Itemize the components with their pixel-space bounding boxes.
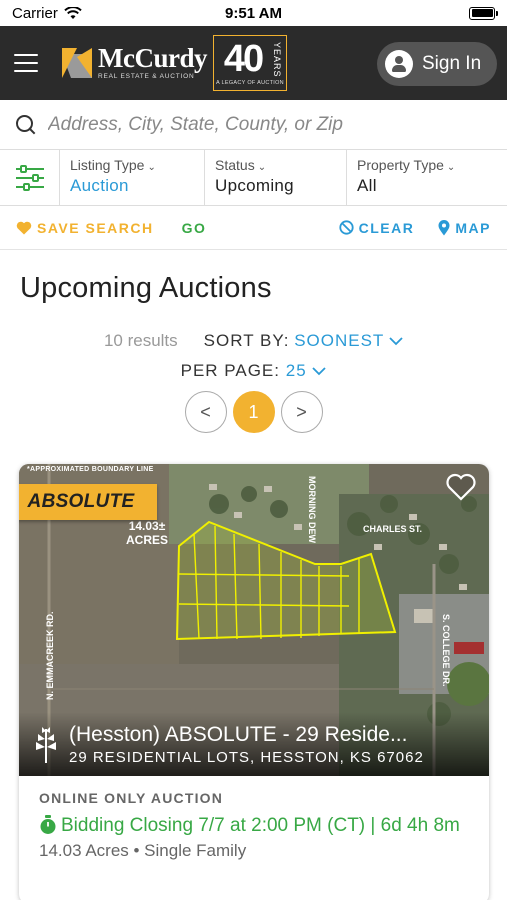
anniversary-number: 40 xyxy=(223,38,264,80)
anniversary-tagline: A LEGACY OF AUCTION xyxy=(216,80,284,86)
map-acres-unit: ACRES xyxy=(126,533,168,547)
search-actions: SAVE SEARCH GO CLEAR MAP xyxy=(0,206,507,250)
sort-value[interactable]: SOONEST xyxy=(294,331,384,350)
search-icon xyxy=(16,114,36,135)
listing-address: 29 RESIDENTIAL LOTS, HESSTON, KS 67062 xyxy=(69,748,424,766)
filter-listing-type-label: Listing Type xyxy=(70,157,145,173)
save-search-label: SAVE SEARCH xyxy=(37,219,154,236)
chevron-down-icon xyxy=(312,367,327,376)
sort-label: SORT BY: xyxy=(203,331,290,350)
filter-listing-type[interactable]: Listing Type ⌄ Auction xyxy=(60,150,205,205)
search-input[interactable] xyxy=(48,113,488,136)
wifi-icon xyxy=(64,6,82,19)
filter-property-type-value: All xyxy=(357,176,377,195)
clear-icon xyxy=(339,220,354,235)
bidding-closing-text: Bidding Closing 7/7 at 2:00 PM (CT) | 6d… xyxy=(61,815,460,836)
carrier-label: Carrier xyxy=(12,4,58,22)
listing-details: ONLINE ONLY AUCTION Bidding Closing 7/7 … xyxy=(19,776,489,861)
filter-property-type[interactable]: Property Type ⌄ All xyxy=(347,150,507,205)
map-label: MAP xyxy=(455,219,491,236)
map-street-2: MORNING DEW xyxy=(307,476,317,544)
per-page-label: PER PAGE: xyxy=(180,361,280,380)
sign-in-label: Sign In xyxy=(422,53,482,74)
filter-settings-button[interactable] xyxy=(0,150,60,205)
per-page-value[interactable]: 25 xyxy=(286,361,307,381)
per-page-control[interactable]: PER PAGE: 25 xyxy=(0,361,507,381)
prev-page-button[interactable]: < xyxy=(184,391,227,433)
listing-title[interactable]: (Hesston) ABSOLUTE - 29 Reside... xyxy=(69,723,424,747)
map-street-4: S. COLLEGE DR. xyxy=(441,614,451,687)
filter-status-value: Upcoming xyxy=(215,176,294,195)
stopwatch-icon xyxy=(40,815,56,834)
search-bar xyxy=(0,100,507,150)
app-header: McCurdy REAL ESTATE & AUCTION 40 YEARS A… xyxy=(0,26,507,100)
listing-card[interactable]: *APPROXIMATED BOUNDARY LINE 14.03± ACRES… xyxy=(19,464,489,900)
clear-button[interactable]: CLEAR xyxy=(339,220,415,236)
chevron-down-icon: ⌄ xyxy=(147,162,156,173)
heart-icon xyxy=(16,221,32,234)
listing-image[interactable]: *APPROXIMATED BOUNDARY LINE 14.03± ACRES… xyxy=(19,464,489,776)
sort-control[interactable]: SORT BY: SOONEST xyxy=(204,331,403,351)
save-search-button[interactable]: SAVE SEARCH xyxy=(16,220,154,236)
page-title: Upcoming Auctions xyxy=(20,272,272,304)
absolute-badge: ABSOLUTE xyxy=(19,484,157,520)
results-count: 10 results xyxy=(103,331,178,350)
status-bar: Carrier 9:51 AM xyxy=(0,0,507,26)
map-pin-icon xyxy=(438,219,450,235)
listing-caption: (Hesston) ABSOLUTE - 29 Reside... 29 RES… xyxy=(19,712,489,776)
brand-logo[interactable]: McCurdy REAL ESTATE & AUCTION 40 YEARS A… xyxy=(62,35,287,91)
chevron-down-icon xyxy=(389,337,403,346)
filter-status[interactable]: Status ⌄ Upcoming xyxy=(205,150,347,205)
listing-meta: 14.03 Acres • Single Family xyxy=(39,841,247,860)
map-button[interactable]: MAP xyxy=(438,219,491,236)
sliders-icon xyxy=(15,164,44,191)
wheat-icon xyxy=(36,727,56,763)
go-label: GO xyxy=(181,219,207,236)
anniversary-badge: 40 YEARS A LEGACY OF AUCTION xyxy=(212,35,287,91)
auction-type: ONLINE ONLY AUCTION xyxy=(39,790,224,806)
clear-label: CLEAR xyxy=(358,219,415,236)
brand-subtitle: REAL ESTATE & AUCTION xyxy=(98,73,195,81)
chevron-down-icon: ⌄ xyxy=(257,162,267,173)
user-icon xyxy=(385,50,413,78)
next-page-button[interactable]: > xyxy=(280,391,323,433)
page-button-current[interactable]: 1 xyxy=(232,391,275,433)
chevron-down-icon: ⌄ xyxy=(446,162,456,173)
map-acres-label: 14.03± xyxy=(129,519,166,533)
battery-icon xyxy=(469,6,498,20)
go-button[interactable]: GO xyxy=(182,220,207,236)
filter-property-type-label: Property Type xyxy=(357,157,444,173)
menu-icon[interactable] xyxy=(14,54,38,72)
filter-listing-type-value: Auction xyxy=(70,176,129,195)
favorite-heart-icon[interactable] xyxy=(445,472,477,502)
filter-status-label: Status xyxy=(215,157,255,173)
brand-name: McCurdy xyxy=(98,43,207,74)
pagination: < 1 > xyxy=(0,391,507,433)
map-street-1: N. EMMACREEK RD. xyxy=(45,611,55,700)
logo-mark-icon xyxy=(62,48,92,78)
filter-bar: Listing Type ⌄ Auction Status ⌄ Upcoming P… xyxy=(0,150,507,206)
map-street-3: CHARLES ST. xyxy=(363,524,422,534)
results-toolbar: 10 results SORT BY: SOONEST xyxy=(0,331,507,351)
bidding-closing: Bidding Closing 7/7 at 2:00 PM (CT) | 6d… xyxy=(39,812,469,839)
anniversary-word: YEARS xyxy=(271,42,282,78)
sign-in-button[interactable]: Sign In xyxy=(377,42,497,86)
